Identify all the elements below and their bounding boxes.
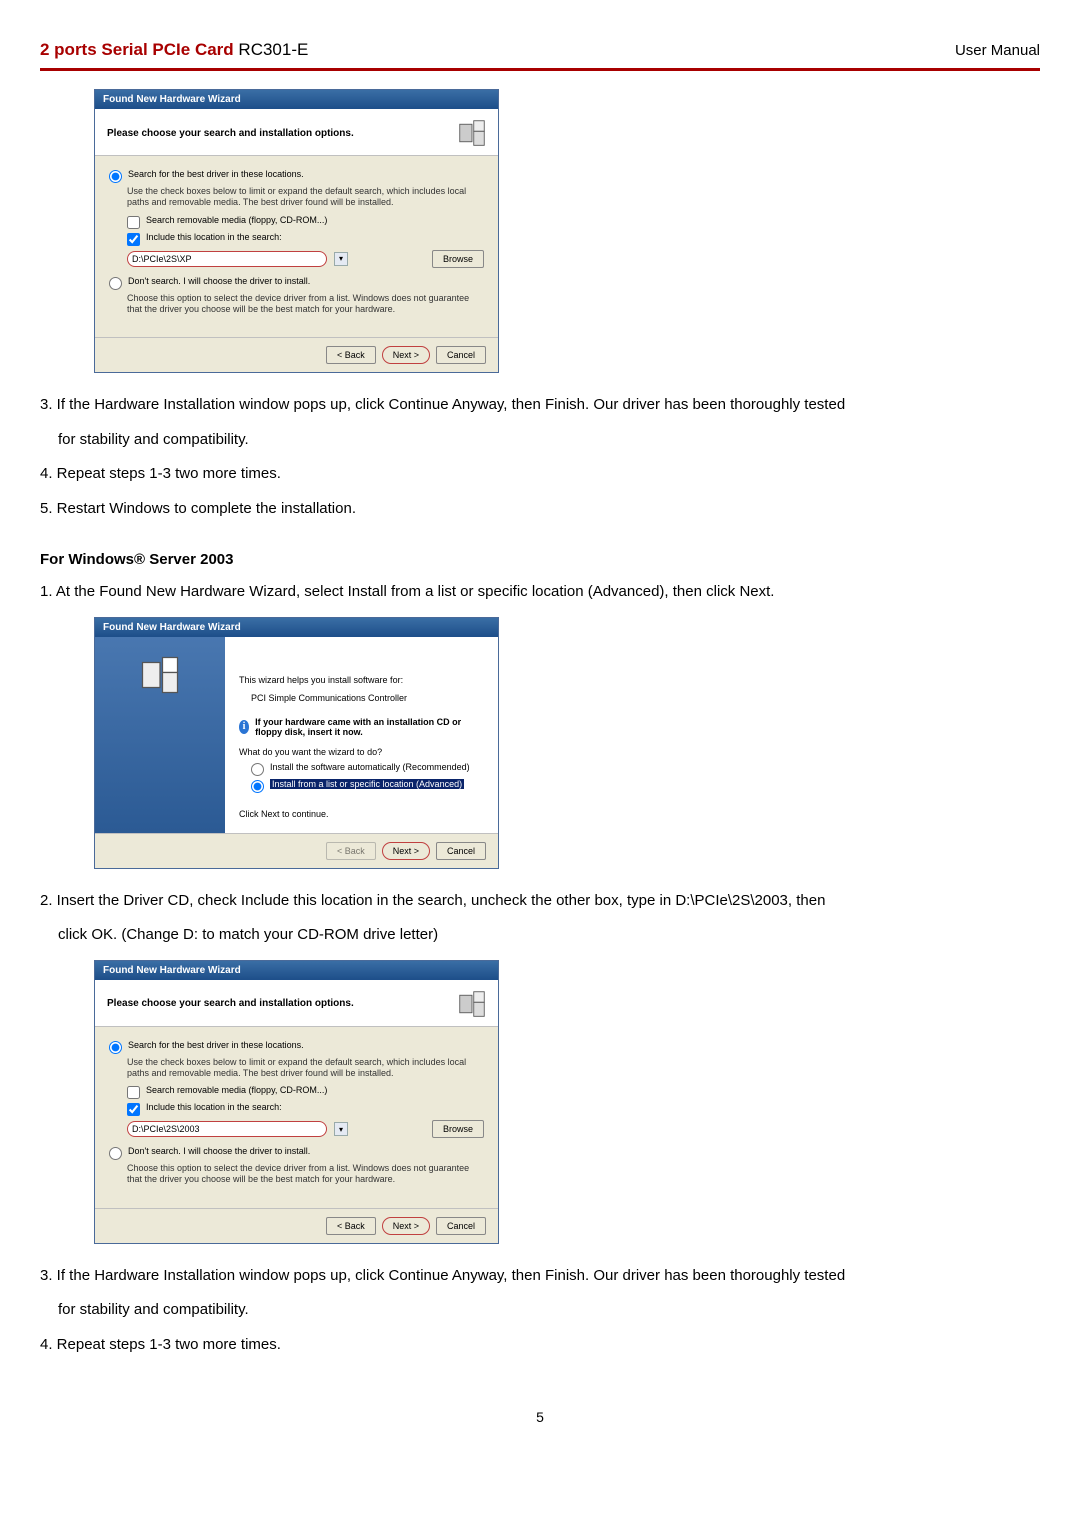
wizard-button-row: < Back Next > Cancel — [95, 337, 498, 372]
cancel-button[interactable]: Cancel — [436, 1217, 486, 1235]
cancel-button[interactable]: Cancel — [436, 346, 486, 364]
back-button[interactable]: < Back — [326, 346, 376, 364]
device-name: PCI Simple Communications Controller — [251, 693, 484, 703]
step-text: 5. Restart Windows to complete the insta… — [40, 495, 1040, 524]
path-input-row: D:\PCIe\2S\XP ▾ Browse — [127, 250, 484, 268]
dont-search-description: Choose this option to select the device … — [127, 1163, 484, 1186]
wizard-subheader: Please choose your search and installati… — [95, 980, 498, 1027]
cd-note-row: i If your hardware came with an installa… — [239, 717, 484, 737]
step-text: for stability and compatibility. — [58, 426, 1040, 455]
check-include-location[interactable]: Include this location in the search: — [127, 1102, 484, 1116]
radio-dont-search[interactable] — [109, 1147, 122, 1160]
check-removable-media[interactable]: Search removable media (floppy, CD-ROM..… — [127, 215, 484, 229]
wizard-titlebar: Found New Hardware Wizard — [95, 90, 498, 109]
wizard-body: Search for the best driver in these loca… — [95, 1027, 498, 1208]
product-title: 2 ports Serial PCIe Card RC301-E — [40, 40, 308, 60]
step-text: for stability and compatibility. — [58, 1296, 1040, 1325]
step-text: 3. If the Hardware Installation window p… — [40, 1262, 1040, 1291]
checkbox-include[interactable] — [127, 233, 140, 246]
intro-text: This wizard helps you install software f… — [239, 675, 484, 685]
radio-auto-install[interactable]: Install the software automatically (Reco… — [251, 762, 484, 776]
title-red: 2 ports Serial PCIe Card — [40, 40, 234, 59]
info-icon: i — [239, 720, 249, 734]
wizard-titlebar: Found New Hardware Wizard — [95, 618, 498, 637]
dropdown-arrow-icon[interactable]: ▾ — [334, 1122, 348, 1136]
checkbox-removable[interactable] — [127, 216, 140, 229]
radio-list-install[interactable]: Install from a list or specific location… — [251, 779, 484, 793]
path-input-row: D:\PCIe\2S\2003 ▾ Browse — [127, 1120, 484, 1138]
header-divider — [40, 68, 1040, 71]
radio-auto[interactable] — [251, 763, 264, 776]
hardware-icon — [458, 119, 486, 147]
wizard-button-row: < Back Next > Cancel — [95, 833, 498, 868]
check-include-location[interactable]: Include this location in the search: — [127, 232, 484, 246]
step-text: click OK. (Change D: to match your CD-RO… — [58, 921, 1040, 950]
path-input[interactable]: D:\PCIe\2S\2003 — [127, 1121, 327, 1137]
page-header: 2 ports Serial PCIe Card RC301-E User Ma… — [40, 40, 1040, 60]
checkbox-include[interactable] — [127, 1103, 140, 1116]
radio-dont-search-option[interactable]: Don't search. I will choose the driver t… — [109, 276, 484, 290]
page-number: 5 — [40, 1409, 1040, 1425]
hardware-icon — [458, 990, 486, 1018]
check-removable-media[interactable]: Search removable media (floppy, CD-ROM..… — [127, 1085, 484, 1099]
next-button[interactable]: Next > — [382, 346, 430, 364]
step-text: 1. At the Found New Hardware Wizard, sel… — [40, 578, 1040, 607]
radio-dont-search-option[interactable]: Don't search. I will choose the driver t… — [109, 1146, 484, 1160]
cancel-button[interactable]: Cancel — [436, 842, 486, 860]
path-input[interactable]: D:\PCIe\2S\XP — [127, 251, 327, 267]
step-text: 2. Insert the Driver CD, check Include t… — [40, 887, 1040, 916]
wizard-button-row: < Back Next > Cancel — [95, 1208, 498, 1243]
wizard-body: Search for the best driver in these loca… — [95, 156, 498, 337]
step-text: 4. Repeat steps 1-3 two more times. — [40, 460, 1040, 489]
question-text: What do you want the wizard to do? — [239, 747, 484, 757]
next-button[interactable]: Next > — [382, 842, 430, 860]
manual-label: User Manual — [955, 42, 1040, 59]
wizard-titlebar: Found New Hardware Wizard — [95, 961, 498, 980]
radio-search[interactable] — [109, 1041, 122, 1054]
browse-button[interactable]: Browse — [432, 250, 484, 268]
section-heading: For Windows® Server 2003 — [40, 551, 1040, 568]
search-description: Use the check boxes below to limit or ex… — [127, 186, 484, 209]
hardware-icon — [140, 655, 180, 695]
wizard-screenshot-2: Found New Hardware Wizard This wizard he… — [94, 617, 1040, 869]
back-button[interactable]: < Back — [326, 1217, 376, 1235]
radio-list[interactable] — [251, 780, 264, 793]
subhead-text: Please choose your search and installati… — [107, 998, 354, 1009]
cd-note: If your hardware came with an installati… — [255, 717, 484, 737]
step-text: 4. Repeat steps 1-3 two more times. — [40, 1331, 1040, 1360]
wizard-screenshot-3: Found New Hardware Wizard Please choose … — [94, 960, 1040, 1244]
subhead-text: Please choose your search and installati… — [107, 128, 354, 139]
radio-search-option[interactable]: Search for the best driver in these loca… — [109, 169, 484, 183]
wizard-screenshot-1: Found New Hardware Wizard Please choose … — [94, 89, 1040, 373]
radio-search[interactable] — [109, 170, 122, 183]
click-next-text: Click Next to continue. — [239, 809, 484, 819]
back-button: < Back — [326, 842, 376, 860]
wizard-subheader: Please choose your search and installati… — [95, 109, 498, 156]
step-text: 3. If the Hardware Installation window p… — [40, 391, 1040, 420]
wizard-sidebar — [95, 637, 225, 833]
browse-button[interactable]: Browse — [432, 1120, 484, 1138]
wizard-body: This wizard helps you install software f… — [225, 637, 498, 833]
next-button[interactable]: Next > — [382, 1217, 430, 1235]
dropdown-arrow-icon[interactable]: ▾ — [334, 252, 348, 266]
title-model: RC301-E — [234, 40, 309, 59]
dont-search-description: Choose this option to select the device … — [127, 293, 484, 316]
checkbox-removable[interactable] — [127, 1086, 140, 1099]
radio-search-option[interactable]: Search for the best driver in these loca… — [109, 1040, 484, 1054]
radio-dont-search[interactable] — [109, 277, 122, 290]
search-description: Use the check boxes below to limit or ex… — [127, 1057, 484, 1080]
